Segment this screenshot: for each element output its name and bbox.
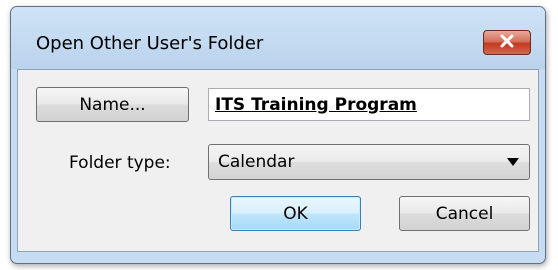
cancel-button[interactable]: Cancel <box>399 196 530 231</box>
dialog-title: Open Other User's Folder <box>36 33 264 54</box>
dialog-window: Open Other User's Folder Name... ITS Tra… <box>10 6 546 264</box>
ok-button[interactable]: OK <box>230 196 361 231</box>
folder-type-select[interactable]: Calendar <box>208 144 530 180</box>
folder-type-label: Folder type: <box>69 153 171 173</box>
folder-type-value: Calendar <box>218 152 295 172</box>
name-field[interactable]: ITS Training Program <box>208 88 530 121</box>
close-button[interactable] <box>483 30 531 55</box>
dialog-body: Name... ITS Training Program Folder type… <box>17 69 539 252</box>
name-button[interactable]: Name... <box>36 87 189 122</box>
title-bar[interactable]: Open Other User's Folder <box>11 7 545 69</box>
chevron-down-icon <box>507 158 519 166</box>
close-icon <box>499 33 515 52</box>
